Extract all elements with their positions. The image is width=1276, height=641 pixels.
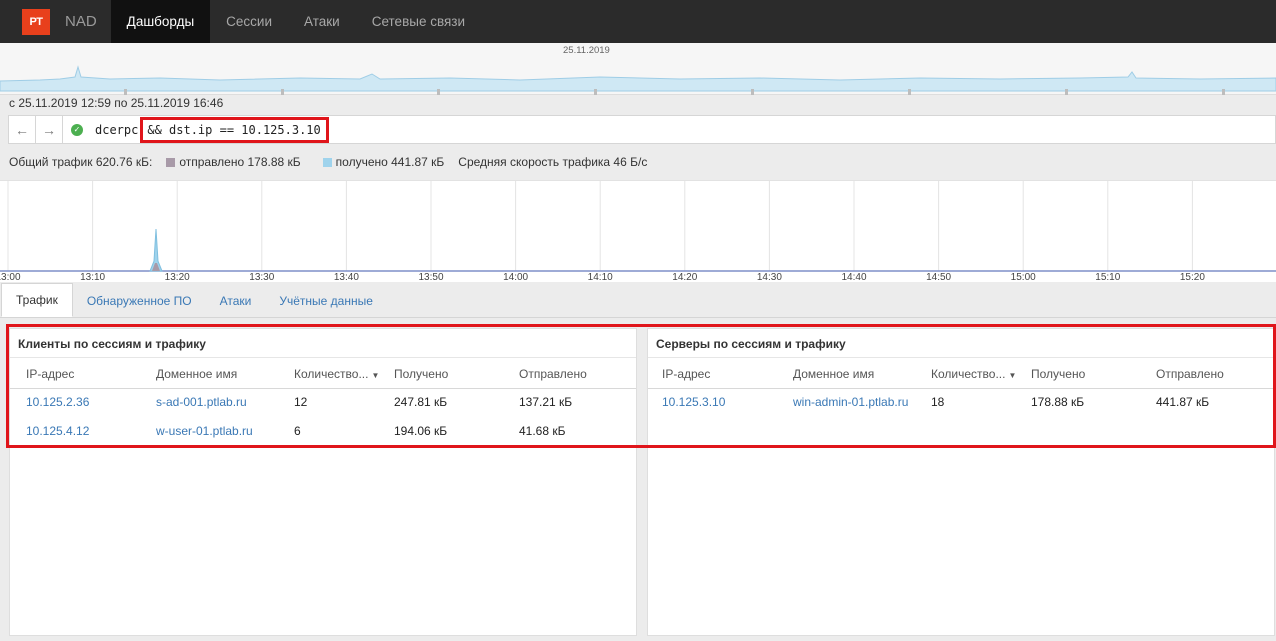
check-valid-icon: ✓ xyxy=(71,123,83,136)
tab-attacks[interactable]: Атаки xyxy=(206,284,266,317)
server-ip[interactable]: 10.125.3.10 xyxy=(662,395,725,409)
clients-panel: Клиенты по сессиям и трафику IP-адрес До… xyxy=(9,328,637,636)
client-domain[interactable]: w-user-01.ptlab.ru xyxy=(156,424,253,438)
filter-query-highlight[interactable]: && dst.ip == 10.125.3.10 xyxy=(140,116,329,143)
nav-attacks[interactable]: Атаки xyxy=(288,0,356,43)
traffic-chart-svg: 13:00 13:10 13:20 13:30 13:40 13:50 14:00 14:10… xyxy=(0,181,1276,283)
server-received: 178.88 кБ xyxy=(1031,395,1085,409)
client-sent: 137.21 кБ xyxy=(519,395,573,409)
chart-tick-label: 14:30 xyxy=(757,272,782,283)
client-ip[interactable]: 10.125.2.36 xyxy=(26,395,89,409)
chart-tick-label: 13:40 xyxy=(334,272,359,283)
overview-sparkline xyxy=(0,65,1276,95)
col-ip[interactable]: IP-адрес xyxy=(26,367,74,381)
col-received[interactable]: Получено xyxy=(1031,367,1085,381)
chart-tick-label: 15:10 xyxy=(1095,272,1120,283)
client-count: 6 xyxy=(294,424,301,438)
table-row[interactable]: 10.125.2.36 s-ad-001.ptlab.ru 12 247.81 … xyxy=(10,388,636,417)
chart-tick-label: 14:10 xyxy=(588,272,613,283)
col-sent[interactable]: Отправлено xyxy=(519,367,587,381)
client-domain[interactable]: s-ad-001.ptlab.ru xyxy=(156,395,247,409)
arrow-left-icon: ← xyxy=(15,121,29,138)
clients-title: Клиенты по сессиям и трафику xyxy=(18,337,206,351)
chart-tick-label: 13:50 xyxy=(418,272,443,283)
nav-network-links[interactable]: Сетевые связи xyxy=(356,0,481,43)
servers-panel: Серверы по сессиям и трафику IP-адрес До… xyxy=(647,328,1275,636)
table-row[interactable]: 10.125.4.12 w-user-01.ptlab.ru 6 194.06 … xyxy=(10,417,636,446)
nav-dashboards[interactable]: Дашборды xyxy=(110,0,211,43)
client-received: 247.81 кБ xyxy=(394,395,448,409)
nav-sessions[interactable]: Сессии xyxy=(210,0,288,43)
servers-title: Серверы по сессиям и трафику xyxy=(656,337,846,351)
chart-tick-label: 15:20 xyxy=(1180,272,1205,283)
chart-tick-label: 13:00 xyxy=(0,272,21,283)
back-button[interactable]: ← xyxy=(9,116,36,143)
chart-tick-label: 13:10 xyxy=(80,272,105,283)
avg-speed: Средняя скорость трафика 46 Б/с xyxy=(458,155,648,169)
forward-button[interactable]: → xyxy=(36,116,63,143)
client-ip[interactable]: 10.125.4.12 xyxy=(26,424,89,438)
client-sent: 41.68 кБ xyxy=(519,424,566,438)
chart-tick-label: 13:20 xyxy=(165,272,190,283)
col-count-label: Количество... xyxy=(931,367,1006,381)
clients-table-header: IP-адрес Доменное имя Количество... ▼ Пол… xyxy=(10,357,636,389)
total-traffic: Общий трафик 620.76 кБ: xyxy=(9,155,153,169)
server-count: 18 xyxy=(931,395,945,409)
traffic-chart[interactable]: 13:00 13:10 13:20 13:30 13:40 13:50 14:00 14:10… xyxy=(0,180,1276,283)
col-count-label: Количество... xyxy=(294,367,369,381)
arrow-right-icon: → xyxy=(42,121,56,138)
overview-timeline[interactable]: 25.11.2019 xyxy=(0,43,1276,95)
sort-desc-icon: ▼ xyxy=(1008,371,1017,380)
tab-traffic[interactable]: Трафик xyxy=(1,283,73,317)
col-domain[interactable]: Доменное имя xyxy=(793,367,874,381)
filter-bar: ← → ✓ dcerpc && dst.ip == 10.125.3.10 xyxy=(8,115,1276,144)
chart-tick-label: 14:40 xyxy=(841,272,866,283)
chart-tick-label: 14:50 xyxy=(926,272,951,283)
tabs-bar: Трафик Обнаруженное ПО Атаки Учётные дан… xyxy=(0,283,1276,318)
col-count[interactable]: Количество... ▼ xyxy=(931,367,1016,381)
tab-detected-software[interactable]: Обнаруженное ПО xyxy=(73,284,206,317)
chart-tick-label: 14:00 xyxy=(503,272,528,283)
time-range: с 25.11.2019 12:59 по 25.11.2019 16:46 xyxy=(9,96,224,110)
sent-traffic: отправлено 178.88 кБ xyxy=(179,155,301,169)
chart-tick-label: 13:30 xyxy=(249,272,274,283)
chart-tick-label: 14:20 xyxy=(672,272,697,283)
top-navbar: PT NAD Дашборды Сессии Атаки Сетевые свя… xyxy=(0,0,1276,43)
pt-logo[interactable]: PT xyxy=(22,8,50,35)
received-legend-swatch xyxy=(322,157,332,167)
server-sent: 441.87 кБ xyxy=(1156,395,1210,409)
received-traffic: получено 441.87 кБ xyxy=(335,155,445,169)
app-name: NAD xyxy=(65,13,97,30)
tab-credentials[interactable]: Учётные данные xyxy=(265,284,387,317)
col-domain[interactable]: Доменное имя xyxy=(156,367,237,381)
col-received[interactable]: Получено xyxy=(394,367,448,381)
sent-legend-swatch xyxy=(166,157,176,167)
client-count: 12 xyxy=(294,395,308,409)
traffic-stats: Общий трафик 620.76 кБ: отправлено 178.8… xyxy=(9,155,647,169)
col-ip[interactable]: IP-адрес xyxy=(662,367,710,381)
servers-table-header: IP-адрес Доменное имя Количество... ▼ Пол… xyxy=(648,357,1274,389)
col-count[interactable]: Количество... ▼ xyxy=(294,367,379,381)
sort-desc-icon: ▼ xyxy=(371,371,380,380)
chart-tick-label: 15:00 xyxy=(1011,272,1036,283)
filter-query-prefix[interactable]: dcerpc xyxy=(95,123,138,137)
col-sent[interactable]: Отправлено xyxy=(1156,367,1224,381)
table-row[interactable]: 10.125.3.10 win-admin-01.ptlab.ru 18 178… xyxy=(648,388,1274,417)
server-domain[interactable]: win-admin-01.ptlab.ru xyxy=(793,395,908,409)
client-received: 194.06 кБ xyxy=(394,424,448,438)
